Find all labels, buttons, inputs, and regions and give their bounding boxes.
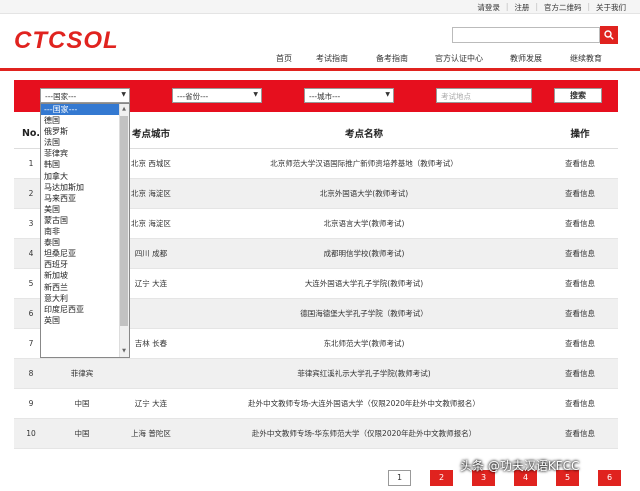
view-info-link[interactable]: 查看信息 [542,239,618,268]
dropdown-option[interactable]: 泰国 [41,237,129,248]
country-select-value: ---国家--- [45,92,77,101]
row-name: 北京语言大学(教师考试) [323,219,405,228]
watermark: 头条 @功夫汉语KFCC [460,459,580,473]
page-button[interactable]: 1 [388,470,411,486]
address-placeholder: 考试地点 [441,92,471,101]
header-operation: 操作 [570,129,590,140]
view-info-link[interactable]: 查看信息 [542,209,618,238]
view-info-link[interactable]: 查看信息 [542,269,618,298]
row-city: 上海 普陀区 [131,429,171,438]
dropdown-scrollbar[interactable]: ▲ ▼ [119,104,129,357]
row-city: 辽宁 大连 [134,399,168,408]
nav-certification[interactable]: 官方认证中心 [435,53,483,64]
nav-continuing-edu[interactable]: 继续教育 [570,53,602,64]
dropdown-option[interactable]: 俄罗斯 [41,126,129,137]
dropdown-option[interactable]: 新加坡 [41,270,129,281]
register-link[interactable]: 注册 [508,2,535,13]
top-links: 请登录 | 注册 | 官方二维码 | 关于我们 [471,2,632,13]
city-select[interactable]: ---城市--- ▼ [304,88,394,103]
row-name: 大连外国语大学孔子学院(教师考试) [304,279,424,288]
dropdown-arrow-icon: ▼ [253,91,258,98]
dropdown-option[interactable]: ---国家--- [41,104,129,116]
row-name: 北京外国语大学(教师考试) [319,189,409,198]
login-link[interactable]: 请登录 [471,2,506,13]
dropdown-option[interactable]: 德国 [41,115,129,126]
dropdown-option[interactable]: 韩国 [41,159,129,170]
row-country: 菲律宾 [70,369,94,378]
dropdown-option[interactable]: 坦桑尼亚 [41,248,129,259]
page-button[interactable]: 6 [598,470,621,486]
table-row: 9 中国 辽宁 大连 赴外中文教师专场-大连外国语大学（仅限2020年赴外中文教… [14,389,618,419]
dropdown-option[interactable]: 新西兰 [41,282,129,293]
dropdown-option[interactable]: 英国 [41,315,129,326]
header-divider [0,68,640,71]
header-name: 考点名称 [344,129,383,140]
row-country: 中国 [74,399,90,408]
search-icon [604,30,614,40]
header-search-input[interactable] [452,27,600,43]
nav-home[interactable]: 首页 [276,53,292,64]
logo-text: CTCSOL [14,27,119,54]
dropdown-option[interactable]: 加拿大 [41,171,129,182]
view-info-link[interactable]: 查看信息 [542,389,618,418]
row-no: 8 [28,369,34,378]
view-info-link[interactable]: 查看信息 [542,179,618,208]
address-input[interactable]: 考试地点 [436,88,532,103]
dropdown-option[interactable]: 意大利 [41,293,129,304]
nav-prep-guide[interactable]: 备考指南 [376,53,408,64]
row-country: 中国 [74,429,90,438]
view-info-link[interactable]: 查看信息 [542,329,618,358]
about-link[interactable]: 关于我们 [590,2,632,13]
province-select-value: ---省份--- [177,92,209,101]
nav-teacher-dev[interactable]: 教师发展 [510,53,542,64]
row-city [116,359,186,388]
scrollbar-thumb[interactable] [120,116,128,326]
dropdown-option[interactable]: 马来西亚 [41,193,129,204]
scroll-down-icon[interactable]: ▼ [120,347,128,356]
qrcode-link[interactable]: 官方二维码 [538,2,588,13]
dropdown-option[interactable]: 菲律宾 [41,148,129,159]
dropdown-option[interactable]: 西班牙 [41,259,129,270]
dropdown-option[interactable]: 法国 [41,137,129,148]
row-name: 赴外中文教师专场-大连外国语大学（仅限2020年赴外中文教师报名） [248,399,480,408]
row-name: 赴外中文教师专场-华东师范大学（仅限2020年赴外中文教师报名） [251,429,477,438]
dropdown-option[interactable]: 印度尼西亚 [41,304,129,315]
page-button[interactable]: 2 [430,470,453,486]
row-name: 东北师范大学(教师考试) [323,339,405,348]
row-name: 北京师范大学汉语国际推广新师资培养基地（教师考试） [270,159,458,168]
view-info-link[interactable]: 查看信息 [542,149,618,178]
view-info-link[interactable]: 查看信息 [542,419,618,448]
dropdown-arrow-icon: ▼ [121,91,126,98]
top-utility-bar: 请登录 | 注册 | 官方二维码 | 关于我们 [0,0,640,14]
table-row: 8 菲律宾 菲律宾红溪礼示大学孔子学院(教师考试) 查看信息 [14,359,618,389]
site-logo[interactable]: CTCSOL [14,27,119,54]
row-name: 德国海德堡大学孔子学院（教师考试） [300,309,428,318]
country-select[interactable]: ---国家--- ▼ [40,88,130,103]
row-name: 成都明信学校(教师考试) [323,249,405,258]
country-dropdown-list[interactable]: ---国家--- 德国 俄罗斯 法国 菲律宾 韩国 加拿大 马达加斯加 马来西亚… [40,103,130,358]
nav-exam-guide[interactable]: 考试指南 [316,53,348,64]
province-select[interactable]: ---省份--- ▼ [172,88,262,103]
view-info-link[interactable]: 查看信息 [542,299,618,328]
header-search-button[interactable] [600,26,618,44]
row-name: 菲律宾红溪礼示大学孔子学院(教师考试) [297,369,431,378]
search-button[interactable]: 搜索 [554,88,602,103]
city-select-value: ---城市--- [309,92,341,101]
dropdown-option[interactable]: 蒙古国 [41,215,129,226]
row-no: 9 [28,399,34,408]
dropdown-option[interactable]: 马达加斯加 [41,182,129,193]
view-info-link[interactable]: 查看信息 [542,359,618,388]
scroll-up-icon[interactable]: ▲ [120,105,128,114]
row-no: 10 [26,429,36,438]
dropdown-option[interactable]: 美国 [41,204,129,215]
table-row: 10 中国 上海 普陀区 赴外中文教师专场-华东师范大学（仅限2020年赴外中文… [14,419,618,449]
dropdown-option[interactable]: 南非 [41,226,129,237]
dropdown-arrow-icon: ▼ [385,91,390,98]
